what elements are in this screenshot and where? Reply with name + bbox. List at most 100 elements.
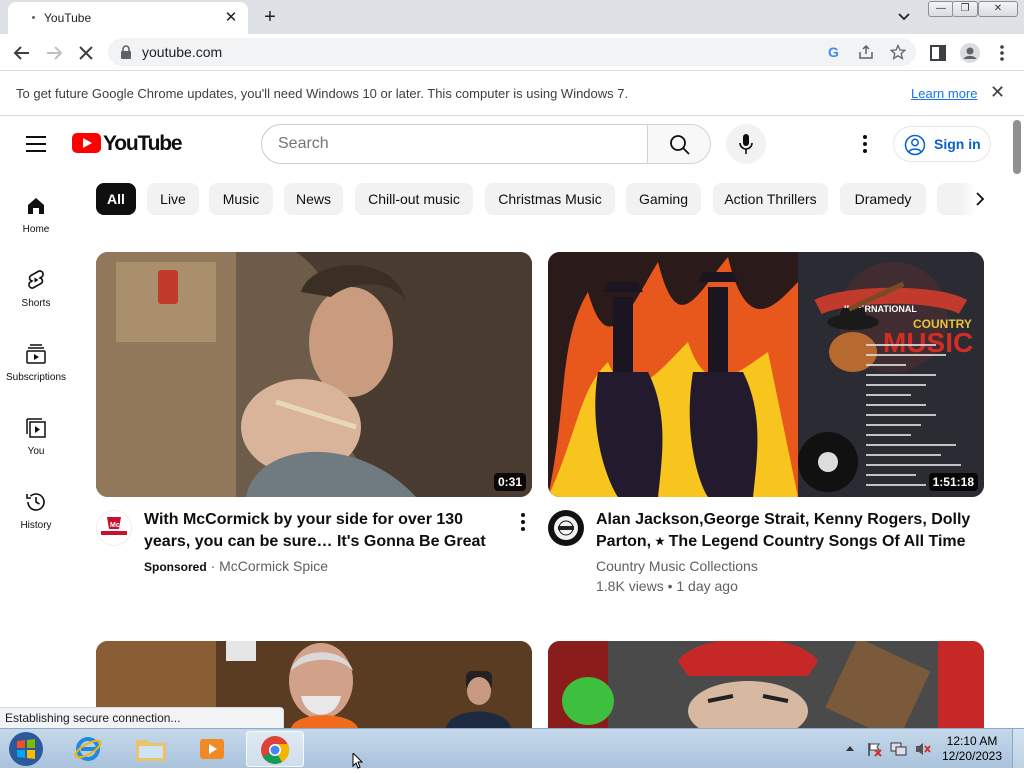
video-thumbnail[interactable] <box>548 641 984 728</box>
mccormick-channel-avatar[interactable]: Mc <box>96 510 132 546</box>
account-icon <box>904 134 926 156</box>
tab-title: YouTube <box>44 11 92 25</box>
filter-chip-bar: All Live Music News Chill-out music Chri… <box>96 183 996 215</box>
update-infobar: To get future Google Chrome updates, you… <box>0 71 1024 116</box>
guide-menu-icon[interactable] <box>26 136 46 152</box>
microphone-icon <box>739 134 753 154</box>
video-thumbnail[interactable]: INTERNATIONAL COUNTRY MUSIC 1:51:18 <box>548 252 984 497</box>
back-arrow-icon[interactable] <box>10 41 34 65</box>
sidebar-label: Subscriptions <box>5 372 67 383</box>
sponsored-label: Sponsored <box>144 560 207 574</box>
shorts-icon <box>28 270 44 289</box>
browser-toolbar: youtube.com G <box>0 34 1024 71</box>
sidebar-item-home[interactable]: Home <box>0 194 72 264</box>
profile-avatar-icon[interactable] <box>958 41 982 65</box>
search-box[interactable] <box>261 124 648 164</box>
windows-start-icon <box>9 732 43 766</box>
media-player-icon <box>200 739 224 759</box>
windows-taskbar: 12:10 AM 12/20/2023 <box>0 728 1024 769</box>
forward-arrow-icon[interactable] <box>42 41 66 65</box>
infobar-close-icon[interactable]: ✕ <box>990 82 1005 103</box>
search-input[interactable] <box>278 133 628 155</box>
you-icon <box>26 418 46 438</box>
search-button[interactable] <box>647 124 711 164</box>
country-music-channel-avatar[interactable] <box>548 510 584 546</box>
google-icon[interactable]: G <box>826 44 842 60</box>
settings-more-icon[interactable] <box>856 134 874 154</box>
side-panel-icon[interactable] <box>926 41 950 65</box>
tab-youtube[interactable]: YouTube ✕ <box>8 2 248 34</box>
page-scrollbar[interactable] <box>1010 116 1024 728</box>
country-music-logo-icon <box>554 516 578 540</box>
url-text: youtube.com <box>142 44 223 60</box>
minimize-button[interactable]: — <box>928 1 954 17</box>
sidebar-item-you[interactable]: You <box>0 416 72 486</box>
chip-chill-out-music[interactable]: Chill-out music <box>355 183 473 215</box>
video-duration: 1:51:18 <box>928 473 978 491</box>
channel-name[interactable]: McCormick Spice <box>219 558 328 574</box>
action-center-flag-icon[interactable] <box>866 741 882 757</box>
clock-time: 12:10 AM <box>946 734 998 748</box>
sidebar-label: Shorts <box>21 298 51 309</box>
internet-explorer-icon <box>74 737 102 761</box>
new-tab-button[interactable]: + <box>258 5 282 29</box>
taskbar-media-player[interactable] <box>184 731 242 767</box>
volume-muted-icon[interactable] <box>914 741 932 757</box>
home-icon <box>28 198 44 214</box>
taskbar-file-explorer[interactable] <box>122 731 180 767</box>
video-duration: 0:31 <box>493 473 526 491</box>
mouse-cursor <box>352 751 366 769</box>
restore-button[interactable]: ❐ <box>952 1 978 17</box>
chip-action-thrillers[interactable]: Action Thrillers <box>713 183 828 215</box>
history-icon <box>26 493 45 511</box>
mccormick-logo-icon: Mc <box>101 517 127 535</box>
search-icon <box>670 135 690 155</box>
window-close-button[interactable]: ✕ <box>978 1 1018 17</box>
start-button[interactable] <box>6 730 46 768</box>
clock-date: 12/20/2023 <box>941 749 1003 763</box>
system-clock[interactable]: 12:10 AM 12/20/2023 <box>936 734 1008 764</box>
address-bar[interactable]: youtube.com G <box>108 38 916 66</box>
show-desktop-button[interactable] <box>1012 729 1024 768</box>
tab-search-chevron-icon[interactable] <box>895 8 913 26</box>
cursor-arrow-icon <box>352 751 364 769</box>
channel-name[interactable]: Country Music Collections <box>596 556 758 576</box>
tab-close-icon[interactable]: ✕ <box>222 9 240 27</box>
sidebar-item-shorts[interactable]: Shorts <box>0 268 72 338</box>
youtube-play-icon <box>72 133 101 153</box>
taskbar-chrome[interactable] <box>246 731 304 767</box>
chip-dramedy[interactable]: Dramedy <box>840 183 926 215</box>
sign-in-label: Sign in <box>934 136 981 152</box>
chrome-menu-icon[interactable] <box>990 41 1014 65</box>
thumbnail-image <box>548 641 984 728</box>
learn-more-link[interactable]: Learn more <box>911 86 977 101</box>
stop-loading-icon[interactable] <box>74 41 98 65</box>
video-title[interactable]: With McCormick by your side for over 130… <box>144 509 504 553</box>
video-more-icon[interactable] <box>514 512 532 532</box>
logo-text: YouTube <box>103 132 183 155</box>
sidebar-item-history[interactable]: History <box>0 490 72 560</box>
chip-all[interactable]: All <box>96 183 136 215</box>
share-icon[interactable] <box>858 44 874 60</box>
chip-live[interactable]: Live <box>147 183 199 215</box>
show-hidden-icons-icon[interactable] <box>844 743 856 753</box>
ad-meta: Sponsored · McCormick Spice <box>144 558 329 574</box>
chip-christmas-music[interactable]: Christmas Music <box>485 183 615 215</box>
mini-guide: Home Shorts Subscriptions You History <box>0 172 72 732</box>
sidebar-item-subscriptions[interactable]: Subscriptions <box>0 342 72 412</box>
chip-music[interactable]: Music <box>209 183 273 215</box>
sign-in-button[interactable]: Sign in <box>893 126 991 162</box>
video-stats: 1.8K views • 1 day ago <box>596 578 738 594</box>
voice-search-button[interactable] <box>726 124 766 164</box>
video-thumbnail[interactable]: 0:31 <box>96 252 532 497</box>
video-title[interactable]: Alan Jackson,George Strait, Kenny Rogers… <box>596 509 976 553</box>
taskbar-internet-explorer[interactable] <box>60 731 118 767</box>
chevron-right-icon <box>976 192 985 206</box>
lock-icon[interactable] <box>120 45 132 59</box>
chip-gaming[interactable]: Gaming <box>626 183 701 215</box>
chip-news[interactable]: News <box>284 183 343 215</box>
network-icon[interactable] <box>890 741 908 757</box>
scrollbar-thumb[interactable] <box>1013 120 1021 174</box>
chip-next-button[interactable] <box>960 183 1000 215</box>
bookmark-star-icon[interactable] <box>890 44 906 60</box>
